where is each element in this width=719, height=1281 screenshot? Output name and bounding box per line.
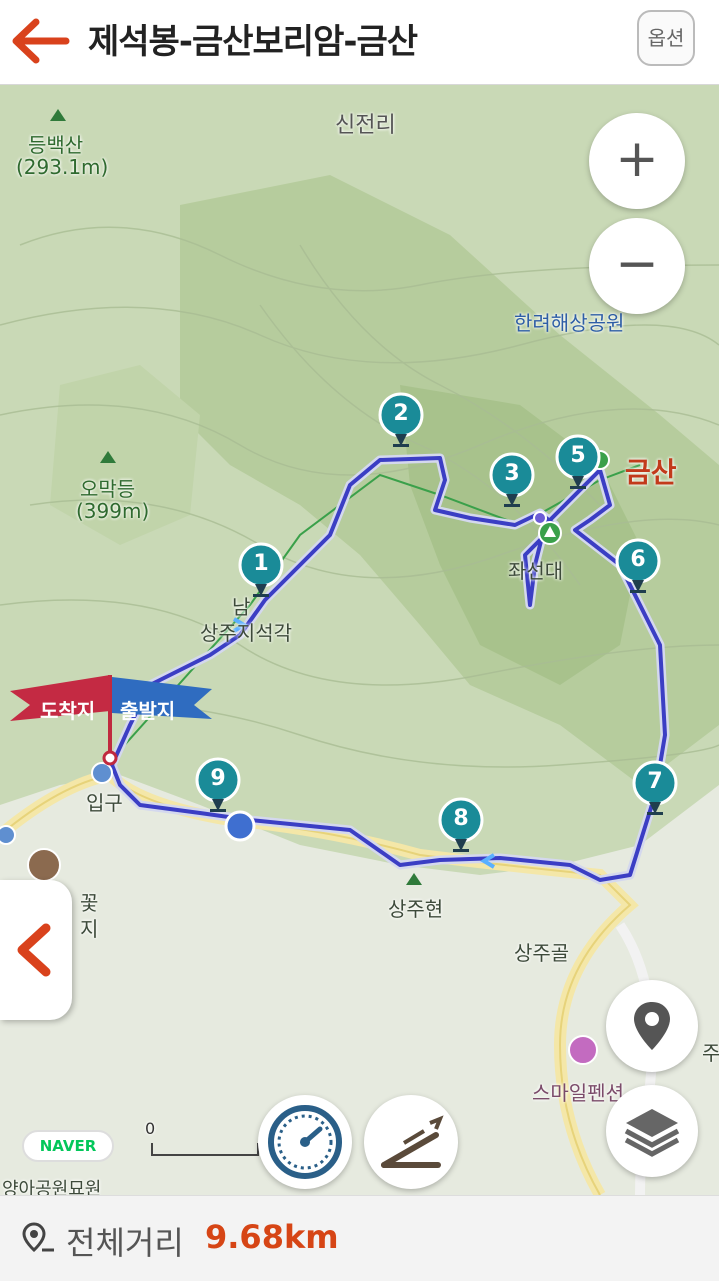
route-summary: 전체거리 9.68km: [0, 1195, 719, 1281]
map-label-yangah: 양아공원묘원: [2, 1179, 102, 1195]
back-arrow-icon[interactable]: [10, 18, 70, 64]
map-label-geumsan: 금산: [625, 456, 677, 489]
zoom-out-button[interactable]: −: [589, 218, 685, 314]
speedometer-button[interactable]: [258, 1095, 352, 1189]
map-label-omakdeung-elevation: (399m): [76, 499, 150, 523]
naver-logo: NAVER: [22, 1130, 114, 1162]
scale-zero-label: 0: [145, 1119, 156, 1138]
route-pin-icon: [22, 1222, 54, 1253]
distance-label: 전체거리: [66, 1224, 184, 1262]
layers-button[interactable]: [606, 1085, 698, 1177]
map-view[interactable]: 신전리 등백산 (293.1m) 오막등 (399m) 한려해상공원 금산 좌선…: [0, 85, 719, 1195]
waypoint-number: 7: [647, 769, 663, 794]
waypoint-marker-5[interactable]: 5: [555, 434, 601, 494]
map-label-kkot: 꽃: [80, 891, 99, 915]
top-bar: 제석봉-금산보리암-금산 옵션: [0, 0, 719, 85]
waypoint-number: 3: [504, 461, 520, 486]
chevron-left-icon: [17, 923, 51, 977]
map-label-ipgu: 입구: [86, 791, 123, 815]
map-label-sinjeonri: 신전리: [335, 113, 396, 138]
location-pin-icon: [634, 1002, 670, 1050]
waypoint-number: 2: [393, 401, 409, 426]
map-label-deungbaeksan-elevation: (293.1m): [16, 155, 109, 179]
layers-icon: [624, 1109, 680, 1157]
map-label-ju: 주: [702, 1041, 719, 1065]
waypoint-marker-7[interactable]: 7: [632, 760, 678, 820]
map-label-sangjugol: 상주골: [514, 941, 570, 965]
my-location-button[interactable]: [606, 980, 698, 1072]
waypoint-number: 6: [630, 547, 646, 572]
waypoint-marker-8[interactable]: 8: [438, 797, 484, 857]
departure-flag-label: 출발지: [120, 699, 176, 723]
waypoint-number: 1: [253, 551, 269, 576]
waypoint-marker-1[interactable]: 1: [238, 542, 284, 602]
waypoint-marker-3[interactable]: 3: [489, 452, 535, 512]
waypoint-marker-6[interactable]: 6: [615, 538, 661, 598]
map-label-sangjuhyeon: 상주현: [388, 897, 444, 921]
map-label-ji: 지: [80, 917, 99, 941]
map-label-omakdeung: 오막등: [80, 477, 136, 501]
waypoint-number: 9: [210, 766, 226, 791]
map-label-sangju-seokgak: 상주지석각: [200, 621, 292, 645]
page-title: 제석봉-금산보리암-금산: [88, 22, 418, 62]
map-label-hallyeo: 한려해상공원: [514, 311, 625, 335]
elevation-icon: [381, 1115, 444, 1168]
map-label-jwaseondae: 좌선대: [508, 559, 564, 583]
zoom-in-button[interactable]: +: [589, 113, 685, 209]
speedometer-icon: [268, 1105, 342, 1179]
arrival-flag-label: 도착지: [40, 699, 96, 723]
options-button[interactable]: 옵션: [637, 10, 695, 66]
collapse-panel-button[interactable]: [0, 880, 72, 1020]
elevation-profile-button[interactable]: [364, 1095, 458, 1189]
waypoint-number: 5: [570, 443, 586, 468]
map-label-deungbaeksan: 등백산: [28, 133, 84, 157]
distance-value: 9.68km: [205, 1218, 339, 1256]
waypoint-number: 8: [453, 806, 469, 831]
waypoint-marker-2[interactable]: 2: [378, 392, 424, 452]
waypoint-marker-9[interactable]: 9: [195, 757, 241, 817]
